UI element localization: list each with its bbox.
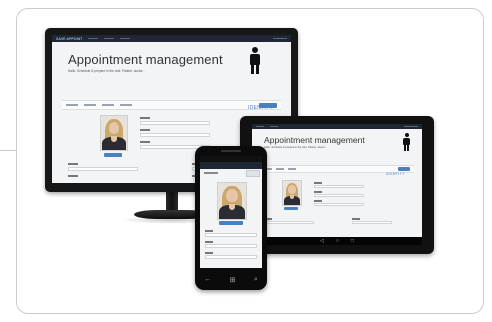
- tablet-photo-button[interactable]: [284, 207, 298, 210]
- tablet-page-subtitle: Hallo, Schedule & prepare in the visit. …: [264, 146, 327, 149]
- back-icon[interactable]: ←: [204, 276, 211, 284]
- search-icon[interactable]: ⌕: [254, 276, 258, 284]
- tablet-nav-item[interactable]: [256, 125, 264, 128]
- phone-patient-photo: [217, 182, 247, 220]
- tablet-system-bar: ◁ ○ □: [252, 237, 422, 245]
- person-icon: [402, 133, 411, 151]
- tablet-input[interactable]: [314, 203, 364, 206]
- monitor-page-subtitle: Hallo, Schedule & prepare in the visit. …: [68, 69, 146, 73]
- tablet-input[interactable]: [314, 185, 364, 188]
- monitor-input[interactable]: [68, 167, 138, 171]
- person-icon: [248, 47, 262, 75]
- tablet-user-menu[interactable]: [404, 125, 418, 128]
- tablet-page-title: Appointment management: [264, 135, 365, 145]
- frame-connector-line: [0, 150, 16, 151]
- phone-menu-button[interactable]: [246, 170, 260, 177]
- monitor-input[interactable]: [140, 133, 210, 137]
- phone-speaker: [221, 150, 241, 152]
- windows-home-icon[interactable]: ⊞: [230, 276, 236, 284]
- monitor-stand-neck: [166, 192, 178, 212]
- monitor-patient-photo: [100, 115, 128, 151]
- tablet-patient-photo: [282, 180, 302, 206]
- monitor-tab[interactable]: [66, 104, 78, 106]
- monitor-photo-button[interactable]: [104, 153, 122, 157]
- phone-app-bar: [200, 162, 262, 169]
- tablet-action-button[interactable]: [398, 167, 410, 171]
- phone-input[interactable]: [205, 233, 257, 237]
- monitor-input[interactable]: [140, 121, 210, 125]
- phone-input[interactable]: [205, 255, 257, 259]
- phone-photo-button[interactable]: [219, 221, 243, 225]
- monitor-tab[interactable]: [102, 104, 114, 106]
- tablet-tab[interactable]: [288, 168, 296, 170]
- monitor-page-title: Appointment management: [68, 52, 223, 67]
- tablet-input[interactable]: [314, 194, 364, 197]
- monitor-tab[interactable]: [120, 104, 132, 106]
- tablet-input[interactable]: [352, 221, 392, 224]
- tablet-device: Appointment management Hallo, Schedule &…: [240, 116, 434, 254]
- phone-hardware-keys: ← ⊞ ⌕: [195, 276, 267, 284]
- phone-back-link[interactable]: [204, 172, 218, 174]
- back-icon[interactable]: ◁: [320, 238, 324, 244]
- phone-screen: [200, 156, 262, 268]
- smartphone-device: ← ⊞ ⌕: [195, 146, 267, 290]
- tablet-identity-heading: IDENTITY: [386, 172, 405, 176]
- monitor-nav-item[interactable]: [120, 37, 131, 40]
- home-icon[interactable]: ○: [336, 238, 339, 244]
- tablet-tab[interactable]: [276, 168, 284, 170]
- tablet-screen: Appointment management Hallo, Schedule &…: [252, 124, 422, 245]
- monitor-identity-heading: IDENTITY: [248, 105, 274, 111]
- monitor-nav-item[interactable]: [88, 37, 99, 40]
- monitor-brand[interactable]: SAVE APPOINT: [56, 37, 82, 41]
- monitor-tab[interactable]: [84, 104, 96, 106]
- recent-apps-icon[interactable]: □: [351, 238, 354, 244]
- monitor-hero: Appointment management Hallo, Schedule &…: [52, 42, 291, 94]
- phone-input[interactable]: [205, 244, 257, 248]
- tablet-input[interactable]: [264, 221, 314, 224]
- monitor-app-topbar: SAVE APPOINT: [52, 35, 291, 42]
- monitor-nav-item[interactable]: [104, 37, 115, 40]
- tablet-nav-item[interactable]: [270, 125, 278, 128]
- tablet-hero: Appointment management Hallo, Schedule &…: [252, 129, 422, 163]
- monitor-user-menu[interactable]: [273, 37, 287, 40]
